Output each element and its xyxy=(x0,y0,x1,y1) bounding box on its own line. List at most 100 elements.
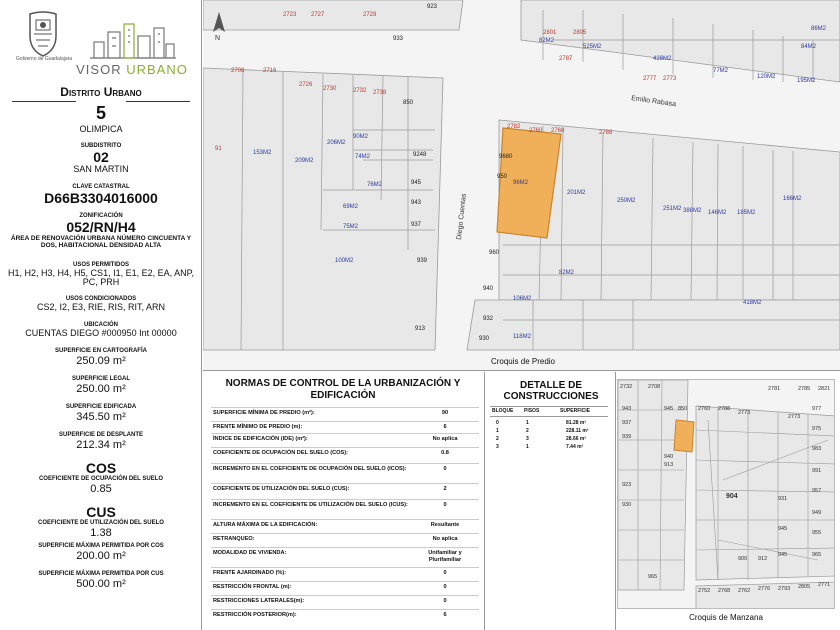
row-divider xyxy=(211,483,479,484)
logos: Gobierno de Guadalajara VISOR URBANO xyxy=(0,4,202,77)
manzana-lot-label: 2776 xyxy=(758,586,770,592)
lot-number-label: 2788 xyxy=(599,130,613,136)
lot-number-label: 2730 xyxy=(323,86,337,92)
parcel-area-label: 250M2 xyxy=(617,198,636,204)
max-cos-label: SUPERFICIE MÁXIMA PERMITIDA POR COS xyxy=(38,543,164,549)
manzana-lot-label: 945 xyxy=(778,552,787,558)
norm-value: Resultante xyxy=(430,522,460,528)
parcel-map: N 2723 2727 2729 933 2801 2805 2787 2777 2773 270… xyxy=(203,0,840,351)
lot-number-label: 2787 xyxy=(559,56,573,62)
selected-parcel-small[interactable] xyxy=(673,419,695,453)
construccion-cell: 1 xyxy=(526,444,529,450)
lot-number-label: 945 xyxy=(411,180,422,186)
divider xyxy=(490,416,608,417)
manzana-lot-label: 2752 xyxy=(698,588,710,594)
construccion-cell: 0 xyxy=(496,420,499,426)
manzana-lot-label: 965 xyxy=(648,574,657,580)
street-name-label: Emilio Rabasa xyxy=(631,95,677,108)
info-panel: Gobierno de Guadalajara VISOR URBANO Dis… xyxy=(0,0,202,630)
map-caption: Croquis de Predio xyxy=(490,357,556,366)
row-divider xyxy=(211,567,479,568)
lot-number-label: 2708 xyxy=(231,68,245,74)
distrito-title: Distrito Urbano xyxy=(60,85,142,99)
parcel-area-label: 69M2 xyxy=(343,204,359,210)
zonificacion-desc: ÁREA DE RENOVACIÓN URBANA NÚMERO CINCUEN… xyxy=(10,234,192,250)
cos-value: 0.85 xyxy=(90,482,112,495)
row-divider xyxy=(211,499,479,500)
construccion-cell: 28.66 m² xyxy=(566,436,587,442)
lot-number-label: 960 xyxy=(489,250,500,256)
lot-number-label: 950 xyxy=(497,174,508,180)
lot-number-label: 2727 xyxy=(311,12,325,18)
parcel-area-label: 251M2 xyxy=(663,206,682,212)
norm-value: No aplica xyxy=(432,536,458,542)
manzana-lot-label: 2785 xyxy=(798,386,810,392)
lot-number-label: 9248 xyxy=(413,152,427,158)
lot-number-label: 2805 xyxy=(573,30,587,36)
manzana-lot-label: 2773 xyxy=(788,414,800,420)
parcel-area-label: 428M2 xyxy=(653,56,672,62)
croquis-predio-map[interactable]: N 2723 2727 2729 933 2801 2805 2787 2777 2773 270… xyxy=(203,0,840,371)
manzana-lot-label: 2773 xyxy=(738,410,750,416)
manzana-lot-label: 940 xyxy=(664,454,673,460)
row-divider xyxy=(211,519,479,520)
lot-number-label: 939 xyxy=(417,258,428,264)
sup-desplante-value: 212.34 m² xyxy=(76,438,126,451)
manzana-lot-label: 2760 xyxy=(698,406,710,412)
norm-key: RESTRICCIÓN POSTERIOR(m): xyxy=(213,612,297,618)
distrito-number: 5 xyxy=(95,103,106,123)
max-cus-label: SUPERFICIE MÁXIMA PERMITIDA POR CUS xyxy=(38,571,164,577)
parcel-area-label: 100M2 xyxy=(335,258,354,264)
manzana-lot-label: 2762 xyxy=(738,588,750,594)
row-divider xyxy=(211,609,479,610)
cus-value: 1.38 xyxy=(90,526,112,539)
manzana-lot-label: 923 xyxy=(622,482,631,488)
manzana-lot-label: 983 xyxy=(812,446,821,452)
sup-carto-value: 250.09 m² xyxy=(76,354,126,367)
norm-key: INCREMENTO EN EL COEFICIENTE DE UTILIZAC… xyxy=(213,502,408,508)
sup-edificada-label: SUPERFICIE EDIFICADA xyxy=(65,404,137,410)
norm-value: 0 xyxy=(443,584,447,590)
street-name-label: Diego Cuentas xyxy=(456,193,468,240)
lot-number-label: 2729 xyxy=(363,12,377,18)
manzana-lot-label: 2821 xyxy=(818,386,830,392)
manzana-lot-label: 904 xyxy=(726,493,738,500)
norm-value: 0 xyxy=(443,466,447,472)
cus-label: COEFICIENTE DE UTILIZACIÓN DEL SUELO xyxy=(38,520,164,527)
sup-desplante-label: SUPERFICIE DE DESPLANTE xyxy=(58,432,143,438)
page: Gobierno de Guadalajara VISOR URBANO Dis… xyxy=(0,0,840,630)
construcciones-panel: DETALLE DE CONSTRUCCIONES BLOQUE PISOS S… xyxy=(486,372,616,630)
manzana-lot-label: 975 xyxy=(812,426,821,432)
lot-number-label: 932 xyxy=(483,316,494,322)
manzana-lot-label: 957 xyxy=(812,488,821,494)
visor-urbano-brand: VISOR URBANO xyxy=(72,62,192,77)
parcel-area-label: 195M2 xyxy=(797,78,816,84)
divider xyxy=(490,406,608,407)
lot-number-label: 91 xyxy=(215,146,222,152)
parcel-area-label: 118M2 xyxy=(513,334,532,340)
cos-title: COS xyxy=(85,460,117,476)
lot-number-label: 2716 xyxy=(263,68,277,74)
row-divider xyxy=(211,533,479,534)
norm-value: 0 xyxy=(443,502,447,508)
lot-number-label: 913 xyxy=(415,326,426,332)
parcel-area-label: 86M2 xyxy=(811,26,827,32)
parcel-area-label: 120M2 xyxy=(757,74,776,80)
norm-value: Unifamiliar y Plurifamiliar xyxy=(428,550,462,563)
construccion-cell: 1 xyxy=(496,428,499,434)
manzana-lot-label: 945 xyxy=(664,406,673,412)
construccion-cell: 228.11 m² xyxy=(566,428,589,434)
block-map: 2732 2708 943 937 939 923 930 945 913 940 904 977 97… xyxy=(618,380,834,608)
clave-value: D66B3304016000 xyxy=(44,189,158,206)
parcel-area-label: 82M2 xyxy=(539,38,555,44)
parcel-area-label: 77M2 xyxy=(713,68,729,74)
manzana-lot-label: 949 xyxy=(812,510,821,516)
croquis-manzana-map[interactable]: 2732 2708 943 937 939 923 930 945 913 940 904 977 97… xyxy=(617,379,835,609)
subdistrito-number: 02 xyxy=(93,148,109,165)
manzana-lot-label: 2771 xyxy=(818,582,830,588)
norm-key: FRENTE MÍNIMO DE PREDIO (m): xyxy=(213,424,303,430)
manzana-lot-label: 2805 xyxy=(798,584,810,590)
parcel-area-label: 153M2 xyxy=(253,150,272,156)
manzana-lot-label: 2732 xyxy=(620,384,632,390)
manzana-lot-label: 2793 xyxy=(778,586,790,592)
